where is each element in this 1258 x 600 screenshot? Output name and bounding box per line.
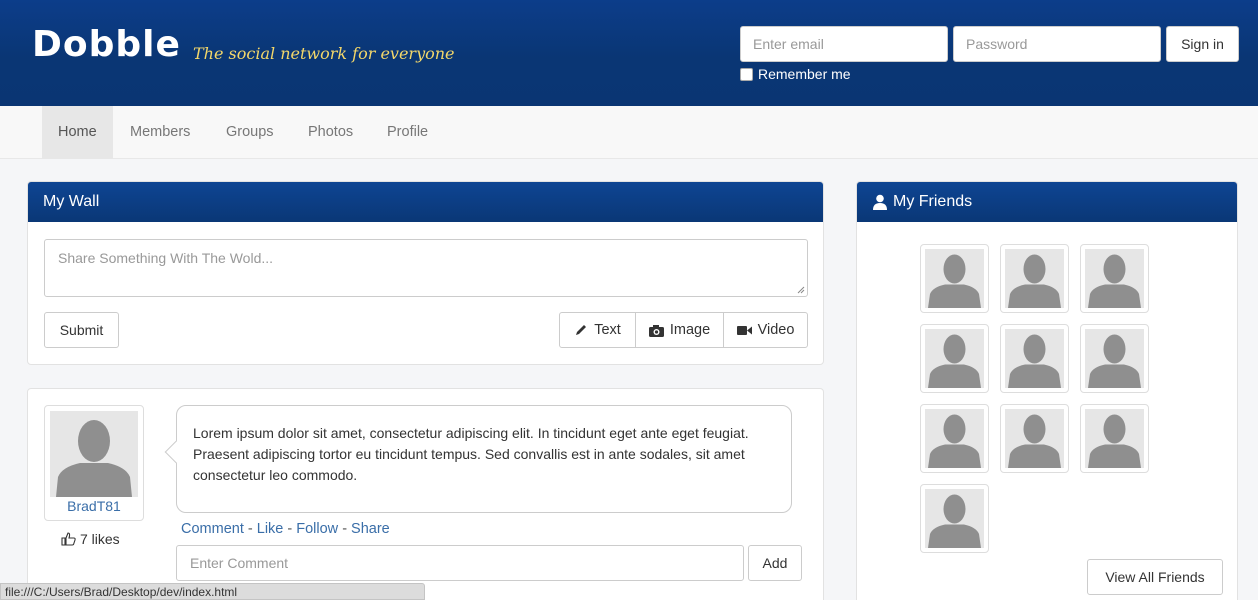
nav-item-members[interactable]: Members bbox=[130, 106, 190, 159]
site-tagline: The social network for everyone bbox=[193, 44, 455, 63]
post-type-group: Text Image Video bbox=[559, 312, 808, 348]
my-wall-panel: My Wall Share Something With The Wold...… bbox=[27, 181, 824, 365]
video-type-button[interactable]: Video bbox=[724, 313, 807, 347]
site-logo[interactable]: Dobble bbox=[32, 24, 181, 65]
comment-link[interactable]: Comment bbox=[181, 521, 244, 537]
remember-me-checkbox[interactable] bbox=[740, 67, 753, 81]
share-placeholder: Share Something With The Wold... bbox=[58, 250, 274, 266]
browser-status-bar: file:///C:/Users/Brad/Desktop/dev/index.… bbox=[0, 583, 425, 600]
my-friends-header: My Friends bbox=[857, 182, 1237, 222]
avatar bbox=[1005, 409, 1064, 468]
friend-avatar[interactable] bbox=[920, 404, 989, 473]
user-silhouette-icon bbox=[1005, 249, 1064, 308]
avatar bbox=[1085, 329, 1144, 388]
user-icon bbox=[873, 194, 887, 210]
likes-count: 7 likes bbox=[61, 531, 120, 547]
follow-link[interactable]: Follow bbox=[296, 521, 338, 537]
resize-handle-icon[interactable] bbox=[797, 286, 805, 294]
action-separator: - bbox=[287, 521, 297, 537]
user-silhouette-icon bbox=[925, 409, 984, 468]
thumbs-up-icon bbox=[61, 532, 76, 546]
friend-avatar[interactable] bbox=[920, 484, 989, 553]
sign-in-button[interactable]: Sign in bbox=[1166, 26, 1239, 62]
view-all-friends-button[interactable]: View All Friends bbox=[1087, 559, 1223, 595]
password-input[interactable] bbox=[953, 26, 1161, 62]
my-friends-title: My Friends bbox=[893, 193, 973, 210]
avatar bbox=[1005, 249, 1064, 308]
post-username[interactable]: BradT81 bbox=[45, 498, 143, 514]
friend-avatar[interactable] bbox=[1080, 244, 1149, 313]
image-type-button[interactable]: Image bbox=[636, 313, 724, 347]
nav-item-groups[interactable]: Groups bbox=[226, 106, 274, 159]
friend-avatar[interactable] bbox=[1080, 324, 1149, 393]
user-silhouette-icon bbox=[50, 411, 138, 497]
action-separator: - bbox=[247, 521, 257, 537]
nav-item-home[interactable]: Home bbox=[42, 106, 113, 159]
wall-post: BradT81 7 likes Lorem ipsum dolor sit am… bbox=[27, 388, 824, 600]
action-separator: - bbox=[342, 521, 352, 537]
user-silhouette-icon bbox=[925, 329, 984, 388]
user-silhouette-icon bbox=[1085, 409, 1144, 468]
avatar bbox=[1085, 409, 1144, 468]
email-input[interactable] bbox=[740, 26, 948, 62]
camera-icon bbox=[648, 324, 664, 337]
friend-avatar[interactable] bbox=[1000, 404, 1069, 473]
comment-input[interactable] bbox=[176, 545, 744, 581]
avatar bbox=[1085, 249, 1144, 308]
my-wall-title: My Wall bbox=[43, 193, 100, 210]
nav-item-photos[interactable]: Photos bbox=[308, 106, 353, 159]
post-bubble: Lorem ipsum dolor sit amet, consectetur … bbox=[164, 405, 792, 513]
user-silhouette-icon bbox=[1085, 249, 1144, 308]
site-header: Dobble The social network for everyone S… bbox=[0, 0, 1258, 106]
avatar bbox=[925, 249, 984, 308]
share-link[interactable]: Share bbox=[351, 521, 390, 537]
user-silhouette-icon bbox=[1005, 409, 1064, 468]
like-link[interactable]: Like bbox=[257, 521, 284, 537]
avatar bbox=[925, 329, 984, 388]
text-type-label: Text bbox=[594, 322, 621, 338]
nav-item-profile[interactable]: Profile bbox=[387, 106, 428, 159]
remember-me[interactable]: Remember me bbox=[740, 66, 851, 82]
user-silhouette-icon bbox=[1005, 329, 1064, 388]
my-friends-panel: My Friends View All Friends bbox=[856, 181, 1238, 600]
remember-me-label: Remember me bbox=[758, 66, 851, 82]
post-author-avatar[interactable]: BradT81 bbox=[44, 405, 144, 521]
user-silhouette-icon bbox=[1085, 329, 1144, 388]
avatar bbox=[925, 409, 984, 468]
friend-avatar[interactable] bbox=[920, 244, 989, 313]
main-nav: Home Members Groups Photos Profile bbox=[0, 106, 1258, 159]
avatar bbox=[1005, 329, 1064, 388]
friend-avatar[interactable] bbox=[1080, 404, 1149, 473]
video-camera-icon bbox=[736, 325, 752, 335]
text-type-button[interactable]: Text bbox=[560, 313, 636, 347]
avatar bbox=[50, 411, 138, 497]
video-type-label: Video bbox=[757, 322, 795, 338]
add-comment-button[interactable]: Add bbox=[748, 545, 802, 581]
pencil-icon bbox=[576, 325, 587, 335]
friend-avatar[interactable] bbox=[1000, 324, 1069, 393]
post-actions: Comment - Like - Follow - Share bbox=[181, 521, 390, 537]
my-wall-header: My Wall bbox=[28, 182, 823, 222]
submit-button[interactable]: Submit bbox=[44, 312, 119, 348]
avatar bbox=[925, 489, 984, 548]
share-textarea[interactable]: Share Something With The Wold... bbox=[44, 239, 808, 297]
image-type-label: Image bbox=[669, 322, 711, 338]
likes-label: 7 likes bbox=[80, 531, 120, 547]
post-text: Lorem ipsum dolor sit amet, consectetur … bbox=[193, 425, 749, 483]
bubble-pointer bbox=[164, 440, 188, 464]
friend-avatar[interactable] bbox=[920, 324, 989, 393]
user-silhouette-icon bbox=[925, 249, 984, 308]
friend-avatar[interactable] bbox=[1000, 244, 1069, 313]
user-silhouette-icon bbox=[925, 489, 984, 548]
